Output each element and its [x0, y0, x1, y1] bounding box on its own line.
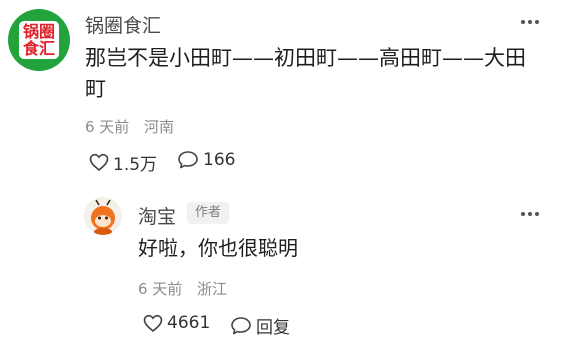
reply-text: 好啦，你也很聪明 [138, 236, 298, 260]
comment-bubble-icon [178, 151, 198, 169]
reply-username[interactable]: 淘宝 [138, 202, 176, 229]
comment-button[interactable]: 166 [177, 150, 235, 170]
reply-time: 6 天前 [138, 280, 183, 298]
reply-like-button[interactable]: 4661 [143, 313, 210, 333]
logo-dots [22, 56, 56, 60]
avatar[interactable]: 锅圈 食汇 [8, 9, 70, 71]
reply-location: 浙江 [197, 280, 228, 298]
more-dots-icon[interactable] [521, 20, 539, 24]
reply-count: 166 [203, 150, 236, 170]
logo-text-top: 锅圈 [22, 22, 55, 41]
author-badge: 作者 [187, 202, 230, 224]
reply-label: 回复 [256, 318, 290, 338]
heart-icon [143, 314, 163, 332]
like-count: 1.5万 [113, 155, 158, 175]
taobao-mascot-icon [91, 199, 115, 235]
comment-text-line-2: 町 [85, 77, 106, 101]
reply-avatar[interactable] [84, 197, 122, 235]
comment-time: 6 天前 [85, 118, 130, 136]
comment-bubble-icon [231, 316, 251, 334]
reply-like-count: 4661 [167, 313, 211, 333]
reply-button[interactable]: 回复 [230, 313, 290, 338]
heart-icon [89, 153, 109, 172]
brand-logo: 锅圈 食汇 [19, 21, 59, 59]
comment-text-line-1: 那岂不是小田町——初田町——高田町——大田 [85, 46, 526, 70]
comment-username[interactable]: 锅圈食汇 [85, 11, 161, 38]
logo-text-bottom: 食汇 [22, 39, 55, 58]
comment-location: 河南 [144, 118, 175, 136]
like-button[interactable]: 1.5万 [89, 150, 157, 175]
more-dots-icon[interactable] [521, 212, 539, 216]
